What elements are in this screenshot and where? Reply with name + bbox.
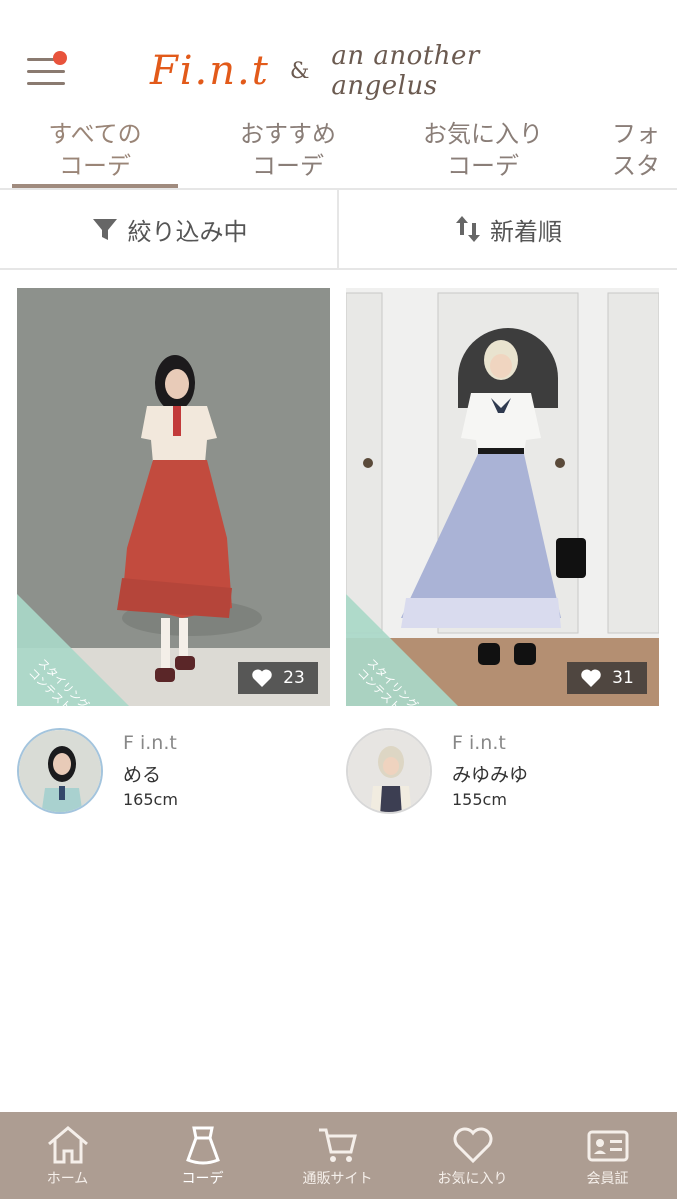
nav-label: 会員証 (586, 1171, 629, 1187)
logo-ampersand: & (289, 58, 310, 84)
brand-label: F i.n.t (452, 732, 506, 754)
user-name: める (123, 764, 162, 786)
nav-favorites[interactable]: お気に入り (405, 1112, 540, 1199)
home-icon (47, 1126, 88, 1164)
tab-recommended[interactable]: おすすめ コーデ (205, 118, 371, 186)
sort-button[interactable]: 新着順 (339, 190, 677, 268)
tab-label-line2: スタ (612, 152, 660, 180)
nav-label: ホーム (46, 1171, 89, 1187)
tab-label-line2: コーデ (59, 152, 131, 180)
app-header: Fi.n.t & an another angelus (0, 0, 677, 110)
filter-label: 絞り込み中 (127, 217, 248, 246)
like-count: 23 (283, 668, 305, 688)
avatar[interactable] (17, 728, 103, 814)
nav-member-card[interactable]: 会員証 (540, 1112, 675, 1199)
nav-label: お気に入り (437, 1171, 508, 1187)
contest-ribbon: スタイリング コンテスト (17, 586, 137, 706)
nav-coordinate[interactable]: コーデ (135, 1112, 270, 1199)
nav-shop[interactable]: 通販サイト (270, 1112, 405, 1199)
filter-sort-bar: 絞り込み中 新着順 (0, 190, 677, 270)
tab-label-line1: お気に入り (423, 120, 543, 148)
logo-another-angelus: an another angelus (331, 41, 480, 101)
author-info: F i.n.t みゆみゆ 155cm (346, 728, 659, 818)
tab-label-line1: すべての (48, 120, 142, 148)
hamburger-menu-button[interactable] (27, 51, 67, 87)
coordinate-card[interactable]: スタイリング コンテスト 23 F i.n.t める 165cm (17, 288, 330, 814)
tab-label-line2: コーデ (447, 152, 519, 180)
cart-icon (318, 1128, 357, 1162)
filter-icon (92, 219, 117, 240)
contest-ribbon: スタイリング コンテスト (346, 586, 466, 706)
tab-favorites[interactable]: お気に入り コーデ (398, 118, 568, 186)
like-button[interactable]: 31 (567, 662, 647, 694)
brand-label: F i.n.t (123, 732, 177, 754)
like-button[interactable]: 23 (238, 662, 318, 694)
nav-label: コーデ (181, 1171, 224, 1187)
sort-label: 新着順 (490, 217, 562, 246)
nav-home[interactable]: ホーム (0, 1112, 135, 1199)
coordinate-tabs: すべての コーデ おすすめ コーデ お気に入り コーデ フォ スタ (0, 112, 677, 190)
tab-all[interactable]: すべての コーデ (12, 118, 178, 186)
brand-logo[interactable]: Fi.n.t & an another angelus (150, 36, 540, 106)
filter-button[interactable]: 絞り込み中 (0, 190, 337, 268)
avatar-image (19, 730, 101, 812)
member-card-icon (587, 1130, 628, 1162)
logo-fint: Fi.n.t (150, 48, 270, 94)
heart-icon (581, 669, 601, 687)
tab-follow[interactable]: フォ スタ (612, 118, 677, 186)
like-count: 31 (612, 668, 634, 688)
outfit-photo[interactable]: スタイリング コンテスト 23 (17, 288, 330, 706)
heart-icon (453, 1127, 492, 1164)
active-tab-indicator (12, 184, 178, 188)
tab-label-line1: フォ (612, 120, 660, 148)
menu-bar (27, 82, 65, 85)
avatar-image (348, 730, 430, 812)
coordinate-card[interactable]: スタイリング コンテスト 31 F i.n.t みゆみゆ 155cm (346, 288, 659, 814)
bottom-navigation: ホーム コーデ 通販サイト お気に入り 会員証 (0, 1112, 677, 1199)
tab-label-line1: おすすめ (240, 120, 336, 148)
author-info: F i.n.t める 165cm (17, 728, 330, 818)
sort-arrows-icon (456, 216, 480, 242)
dress-icon (185, 1126, 220, 1165)
tab-label-line2: コーデ (252, 152, 324, 180)
heart-icon (252, 669, 272, 687)
outfit-photo[interactable]: スタイリング コンテスト 31 (346, 288, 659, 706)
nav-label: 通販サイト (302, 1171, 373, 1187)
user-height: 155cm (452, 790, 507, 809)
avatar[interactable] (346, 728, 432, 814)
notification-dot (53, 51, 67, 65)
user-height: 165cm (123, 790, 178, 809)
menu-bar (27, 70, 65, 73)
user-name: みゆみゆ (452, 764, 529, 786)
